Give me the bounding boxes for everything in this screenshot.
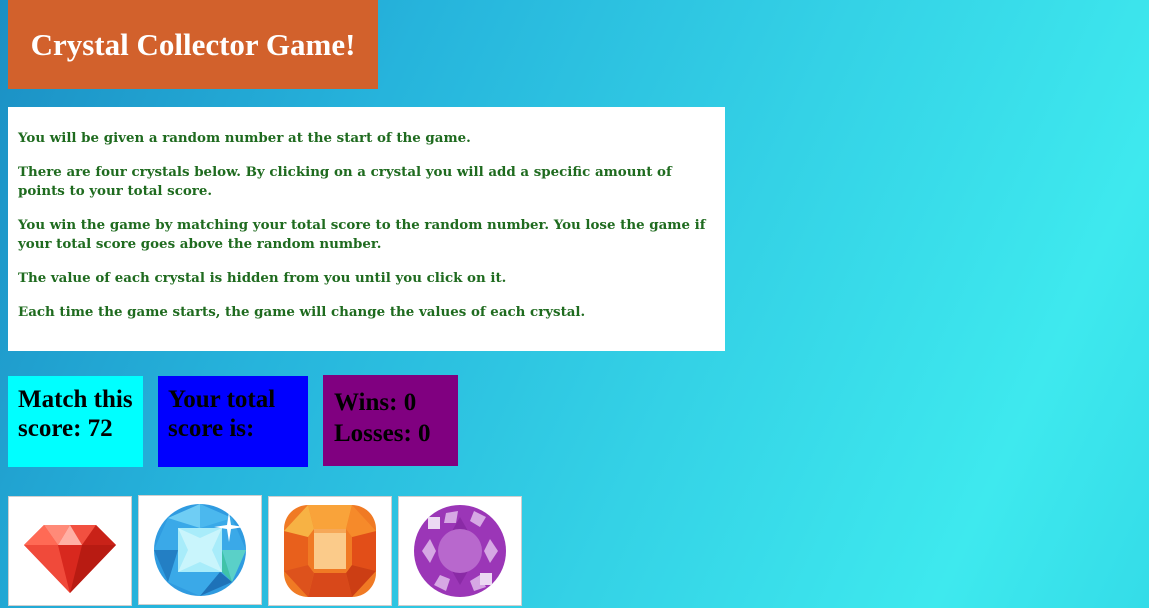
target-score-box: Match this score: 72 xyxy=(8,376,143,467)
purple-gem-icon xyxy=(414,505,506,597)
game-title-banner: Crystal Collector Game! xyxy=(8,0,378,89)
total-score-label: Your total score is: xyxy=(168,386,276,442)
crystal-button-purple[interactable] xyxy=(398,496,522,606)
orange-gem-icon xyxy=(284,505,376,597)
instruction-line: The value of each crystal is hidden from… xyxy=(18,270,507,286)
page-title: Crystal Collector Game! xyxy=(30,26,356,62)
wins-label: Wins: 0 xyxy=(334,389,417,416)
losses-label: Losses: 0 xyxy=(334,420,431,447)
instructions-panel: You will be given a random number at the… xyxy=(8,107,725,351)
instruction-line: You will be given a random number at the… xyxy=(18,130,471,146)
instruction-line: There are four crystals below. By clicki… xyxy=(18,164,672,199)
crystal-button-red[interactable] xyxy=(8,496,132,606)
instruction-line: You win the game by matching your total … xyxy=(18,217,706,252)
instruction-line: Each time the game starts, the game will… xyxy=(18,304,586,320)
win-loss-box: Wins: 0 Losses: 0 xyxy=(323,375,458,466)
total-score-box: Your total score is: xyxy=(158,376,308,467)
red-gem-icon xyxy=(24,525,116,593)
target-score-label: Match this score: 72 xyxy=(18,386,133,442)
crystal-button-orange[interactable] xyxy=(268,496,392,606)
blue-diamond-icon xyxy=(154,504,246,596)
crystal-button-blue[interactable] xyxy=(138,495,262,605)
